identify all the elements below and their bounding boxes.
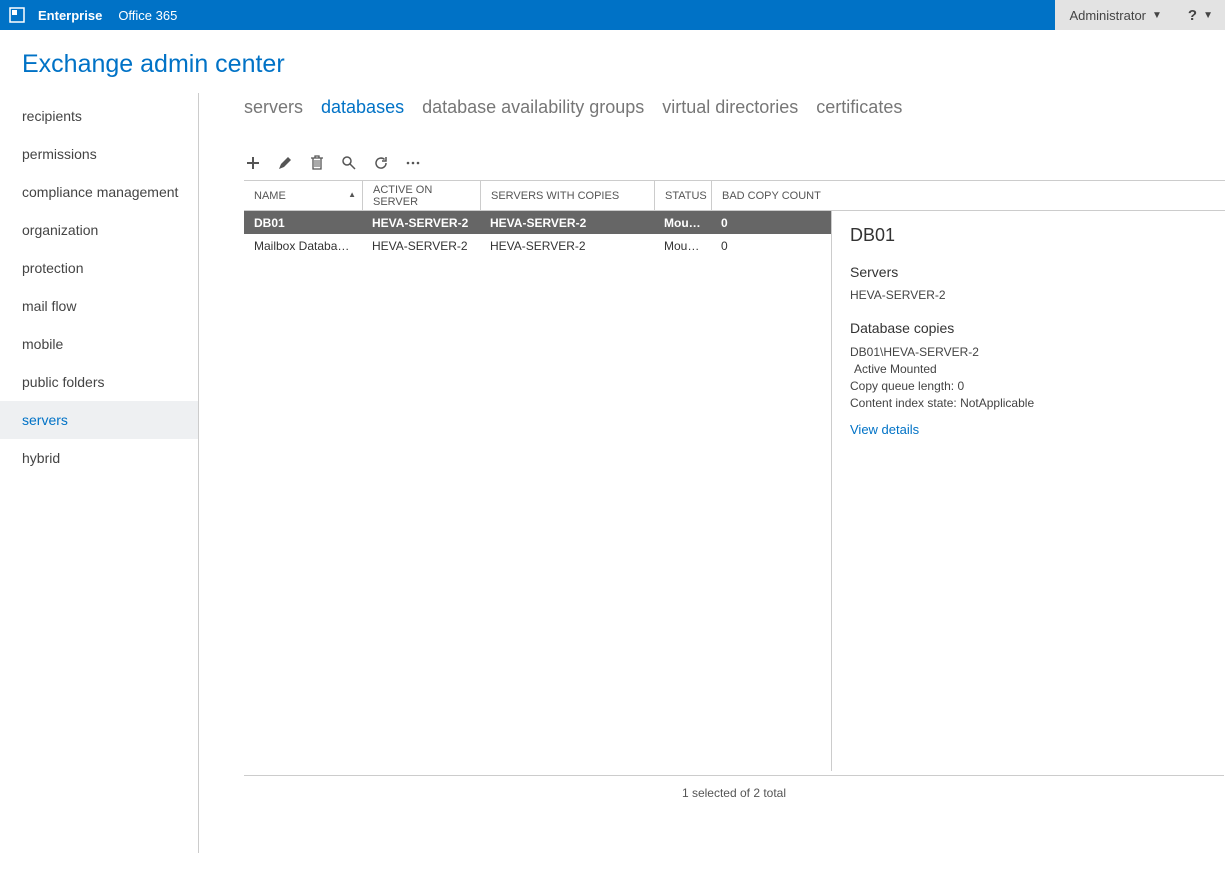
col-bad[interactable]: BAD COPY COUNT: [711, 181, 831, 210]
topbar: Enterprise Office 365 Administrator ▼ ? …: [0, 0, 1225, 30]
tab-databases[interactable]: databases: [321, 97, 404, 118]
index-label: Content index state:: [850, 396, 957, 410]
delete-button[interactable]: [308, 154, 326, 172]
cell-bad: 0: [711, 239, 831, 253]
sidebar-item-organization[interactable]: organization: [22, 211, 198, 249]
tab-virtualdirectories[interactable]: virtual directories: [662, 97, 798, 118]
help-menu[interactable]: ? ▼: [1176, 0, 1225, 30]
cell-active: HEVA-SERVER-2: [362, 216, 480, 230]
cell-name: DB01: [244, 216, 362, 230]
sidebar-item-servers[interactable]: servers: [0, 401, 198, 439]
sidebar: recipients permissions compliance manage…: [22, 93, 199, 853]
content-index: Content index state: NotApplicable: [850, 395, 1225, 412]
cell-status: Moun…: [654, 239, 711, 253]
col-copies[interactable]: SERVERS WITH COPIES: [480, 181, 654, 210]
refresh-button[interactable]: [372, 154, 390, 172]
tab-certificates[interactable]: certificates: [816, 97, 902, 118]
details-title: DB01: [850, 225, 1225, 246]
cell-status: Moun…: [654, 216, 711, 230]
sidebar-item-publicfolders[interactable]: public folders: [22, 363, 198, 401]
copy-path: DB01\HEVA-SERVER-2: [850, 344, 1225, 361]
nav-enterprise[interactable]: Enterprise: [38, 8, 102, 23]
details-pane: DB01 Servers HEVA-SERVER-2 Database copi…: [831, 211, 1225, 771]
page-title: Exchange admin center: [0, 30, 1225, 93]
cell-bad: 0: [711, 216, 831, 230]
col-status[interactable]: STATUS: [654, 181, 711, 210]
sidebar-item-recipients[interactable]: recipients: [22, 97, 198, 135]
col-name[interactable]: NAME ▲: [244, 190, 362, 202]
copy-queue: Copy queue length: 0: [850, 378, 1225, 395]
user-label: Administrator: [1069, 8, 1146, 23]
tab-servers[interactable]: servers: [244, 97, 303, 118]
caret-down-icon: ▼: [1152, 10, 1162, 21]
add-button[interactable]: [244, 154, 262, 172]
col-active[interactable]: ACTIVE ON SERVER: [362, 181, 480, 210]
sidebar-item-protection[interactable]: protection: [22, 249, 198, 287]
copies-heading: Database copies: [850, 320, 1225, 336]
help-icon: ?: [1188, 7, 1197, 24]
office-logo-icon: [8, 6, 26, 24]
tabs: servers databases database availability …: [244, 97, 1225, 118]
col-active-label: ACTIVE ON SERVER: [373, 184, 470, 208]
sort-asc-icon: ▲: [348, 190, 356, 199]
cell-active: HEVA-SERVER-2: [362, 239, 480, 253]
search-button[interactable]: [340, 154, 358, 172]
sidebar-item-permissions[interactable]: permissions: [22, 135, 198, 173]
cell-name: Mailbox Databas…: [244, 239, 362, 253]
copy-state: Active Mounted: [850, 361, 1225, 378]
sidebar-item-mailflow[interactable]: mail flow: [22, 287, 198, 325]
edit-button[interactable]: [276, 154, 294, 172]
table-row[interactable]: Mailbox Databas… HEVA-SERVER-2 HEVA-SERV…: [244, 234, 831, 257]
col-copies-label: SERVERS WITH COPIES: [491, 190, 619, 202]
sidebar-item-mobile[interactable]: mobile: [22, 325, 198, 363]
table-row[interactable]: DB01 HEVA-SERVER-2 HEVA-SERVER-2 Moun… 0: [244, 211, 831, 234]
grid-header: NAME ▲ ACTIVE ON SERVER SERVERS WITH COP…: [244, 181, 1225, 211]
sidebar-item-hybrid[interactable]: hybrid: [22, 439, 198, 477]
col-status-label: STATUS: [665, 190, 707, 202]
servers-value: HEVA-SERVER-2: [850, 288, 1225, 302]
caret-down-icon: ▼: [1203, 10, 1213, 21]
index-value: NotApplicable: [960, 396, 1034, 410]
grid: NAME ▲ ACTIVE ON SERVER SERVERS WITH COP…: [244, 180, 1225, 771]
col-name-label: NAME: [254, 190, 286, 202]
tab-dag[interactable]: database availability groups: [422, 97, 644, 118]
toolbar: [244, 154, 1225, 172]
sidebar-item-compliance[interactable]: compliance management: [22, 173, 198, 211]
servers-heading: Servers: [850, 264, 1225, 280]
cell-copies: HEVA-SERVER-2: [480, 239, 654, 253]
user-menu[interactable]: Administrator ▼: [1055, 0, 1175, 30]
col-bad-label: BAD COPY COUNT: [722, 190, 821, 202]
more-button[interactable]: [404, 154, 422, 172]
footer-status: 1 selected of 2 total: [244, 775, 1224, 810]
cell-copies: HEVA-SERVER-2: [480, 216, 654, 230]
view-details-link[interactable]: View details: [850, 422, 919, 437]
queue-value: 0: [957, 379, 964, 393]
nav-office365[interactable]: Office 365: [118, 8, 177, 23]
queue-label: Copy queue length:: [850, 379, 954, 393]
